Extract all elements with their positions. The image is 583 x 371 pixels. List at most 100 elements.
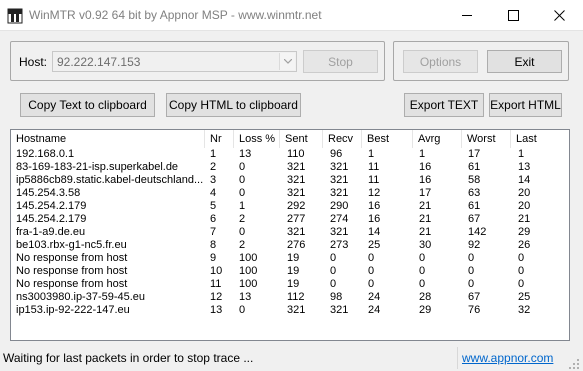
host-dropdown-button[interactable]: [279, 53, 295, 70]
export-html-button[interactable]: Export HTML: [489, 93, 562, 117]
cell-avrg: 21: [419, 226, 432, 238]
cell-hostname: 192.168.0.1: [16, 148, 75, 160]
cell-nr: 8: [210, 239, 217, 251]
column-header-best[interactable]: Best: [362, 130, 413, 148]
table-row[interactable]: 145.254.3.58 4 0 321 321 12 17 63 20: [11, 187, 569, 200]
table-row[interactable]: ip5886cb89.static.kabel-deutschland... 3 0…: [11, 174, 569, 187]
maximize-button[interactable]: [491, 0, 537, 31]
column-header-avrg[interactable]: Avrg: [413, 130, 462, 148]
cell-loss: 100: [239, 278, 258, 290]
cell-loss: 13: [239, 148, 252, 160]
table-row[interactable]: 192.168.0.1 1 13 110 96 1 1 17 1: [11, 148, 569, 161]
options-button[interactable]: Options: [403, 50, 478, 73]
cell-sent: 321: [287, 304, 306, 316]
cell-last: 13: [518, 161, 531, 173]
cell-worst: 142: [468, 226, 487, 238]
cell-recv: 0: [330, 278, 337, 290]
cell-loss: 0: [239, 174, 246, 186]
cell-avrg: 1: [419, 148, 426, 160]
copy-html-button[interactable]: Copy HTML to clipboard: [166, 93, 301, 117]
cell-worst: 92: [468, 239, 481, 251]
cell-nr: 6: [210, 213, 217, 225]
cell-sent: 321: [287, 161, 306, 173]
cell-sent: 292: [287, 200, 306, 212]
column-header-nr[interactable]: Nr: [205, 130, 234, 148]
column-header-worst[interactable]: Worst: [462, 130, 511, 148]
close-icon: [554, 10, 565, 21]
column-header-loss[interactable]: Loss %: [234, 130, 280, 148]
cell-best: 16: [368, 213, 381, 225]
table-row[interactable]: No response from host 10 100 19 0 0 0 0 0: [11, 265, 569, 278]
table-row[interactable]: ns3003980.ip-37-59-45.eu 12 13 112 98 24 28 67 2…: [11, 291, 569, 304]
table-row[interactable]: 83-169-183-21-isp.superkabel.de 2 0 321 321 1…: [11, 161, 569, 174]
cell-recv: 273: [330, 239, 349, 251]
cell-nr: 3: [210, 174, 217, 186]
cell-sent: 19: [287, 252, 300, 264]
exit-button[interactable]: Exit: [487, 50, 562, 73]
cell-worst: 67: [468, 291, 481, 303]
cell-hostname: fra-1-a9.de.eu: [16, 226, 86, 238]
cell-nr: 11: [210, 278, 222, 290]
status-divider: [457, 347, 458, 369]
host-label: Host:: [19, 55, 48, 69]
cell-sent: 321: [287, 226, 306, 238]
cell-last: 14: [518, 174, 531, 186]
table-row[interactable]: No response from host 9 100 19 0 0 0 0 0: [11, 252, 569, 265]
cell-recv: 0: [330, 265, 337, 277]
cell-best: 24: [368, 291, 381, 303]
cell-last: 21: [518, 213, 531, 225]
cell-last: 0: [518, 252, 525, 264]
cell-last: 32: [518, 304, 531, 316]
cell-nr: 12: [210, 291, 223, 303]
host-input[interactable]: 92.222.147.153: [57, 55, 140, 69]
cell-best: 1: [368, 148, 375, 160]
table-row[interactable]: 145.254.2.179 5 1 292 290 16 21 61 20: [11, 200, 569, 213]
cell-recv: 98: [330, 291, 343, 303]
cell-worst: 0: [468, 252, 475, 264]
cell-last: 0: [518, 278, 525, 290]
cell-hostname: ip5886cb89.static.kabel-deutschland...: [16, 174, 204, 186]
cell-best: 11: [368, 174, 380, 186]
minimize-icon: [462, 15, 472, 16]
column-header-hostname[interactable]: Hostname: [11, 130, 205, 148]
minimize-button[interactable]: [445, 0, 491, 31]
cell-sent: 19: [287, 265, 300, 277]
cell-sent: 112: [287, 291, 305, 303]
cell-nr: 1: [210, 148, 217, 160]
cell-nr: 2: [210, 161, 217, 173]
cell-worst: 61: [468, 161, 481, 173]
cell-recv: 290: [330, 200, 349, 212]
table-row[interactable]: ip153.ip-92-222-147.eu 13 0 321 321 24 29 76 32: [11, 304, 569, 317]
cell-worst: 0: [468, 278, 475, 290]
table-row[interactable]: be103.rbx-g1-nc5.fr.eu 8 2 276 273 25 30 92 26: [11, 239, 569, 252]
close-button[interactable]: [537, 0, 583, 31]
column-header-sent[interactable]: Sent: [280, 130, 323, 148]
cell-loss: 0: [239, 304, 246, 316]
table-row[interactable]: 145.254.2.179 6 2 277 274 16 21 67 21: [11, 213, 569, 226]
copy-text-button[interactable]: Copy Text to clipboard: [20, 93, 155, 117]
table-row[interactable]: No response from host 11 100 19 0 0 0 0 0: [11, 278, 569, 291]
cell-worst: 61: [468, 200, 481, 212]
cell-nr: 4: [210, 187, 217, 199]
resize-grip-icon[interactable]: [568, 358, 580, 370]
column-header-recv[interactable]: Recv: [323, 130, 362, 148]
cell-best: 0: [368, 252, 375, 264]
cell-avrg: 21: [419, 213, 432, 225]
table-row[interactable]: fra-1-a9.de.eu 7 0 321 321 14 21 142 29: [11, 226, 569, 239]
maximize-icon: [508, 10, 519, 21]
cell-sent: 19: [287, 278, 300, 290]
stop-button[interactable]: Stop: [303, 50, 378, 73]
cell-sent: 277: [287, 213, 306, 225]
export-text-button[interactable]: Export TEXT: [404, 93, 484, 117]
cell-sent: 321: [287, 187, 306, 199]
host-combobox[interactable]: 92.222.147.153: [52, 51, 297, 72]
cell-last: 26: [518, 239, 531, 251]
column-header-last[interactable]: Last: [511, 130, 569, 148]
cell-best: 12: [368, 187, 381, 199]
cell-worst: 0: [468, 265, 475, 277]
results-list[interactable]: Hostname Nr Loss % Sent Recv Best Avrg W…: [10, 129, 570, 341]
cell-hostname: 83-169-183-21-isp.superkabel.de: [16, 161, 179, 173]
cell-avrg: 16: [419, 161, 432, 173]
cell-avrg: 29: [419, 304, 432, 316]
appnor-link[interactable]: www.appnor.com: [462, 351, 553, 365]
